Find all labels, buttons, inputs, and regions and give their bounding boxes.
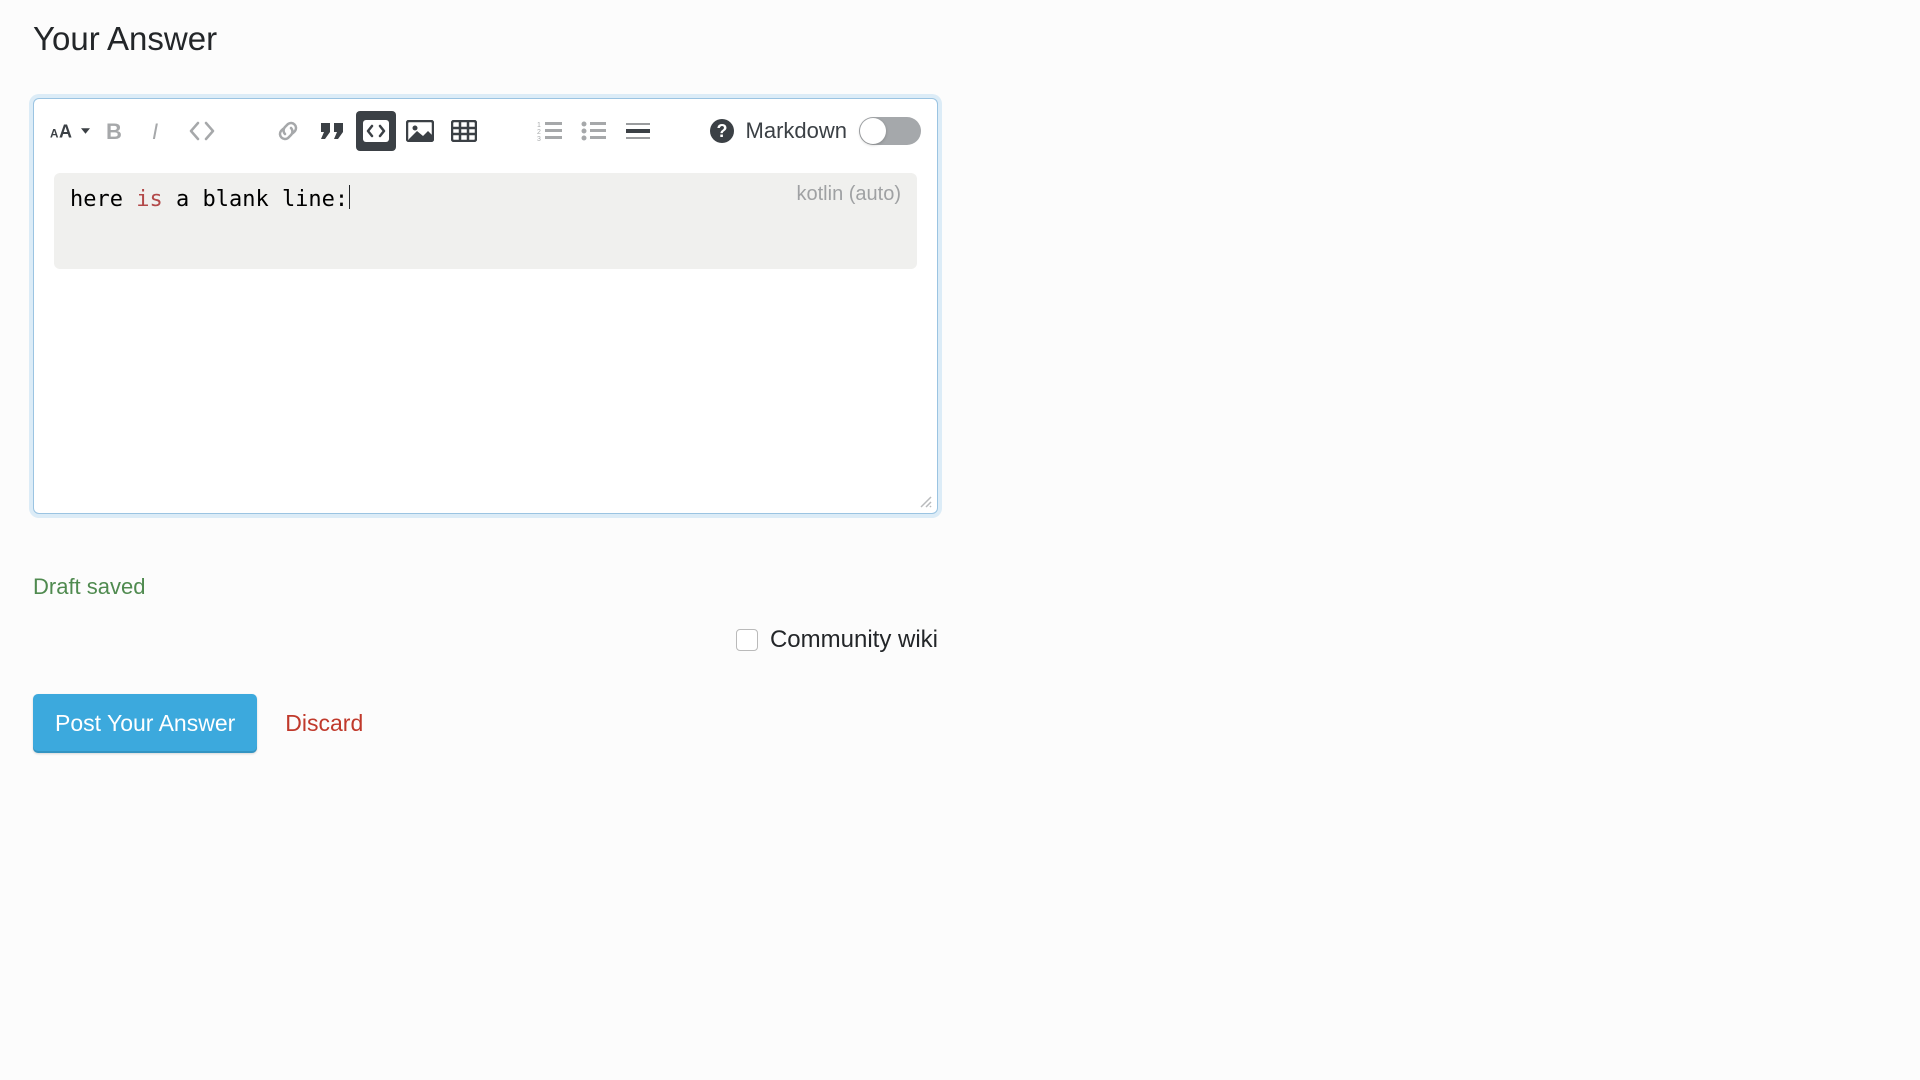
resize-grip-icon[interactable] [919, 495, 933, 509]
text-size-button[interactable]: A A [50, 111, 90, 151]
editor-body[interactable] [34, 283, 937, 513]
markdown-toggle[interactable] [859, 117, 921, 145]
svg-text:A: A [50, 127, 59, 140]
discard-link[interactable]: Discard [285, 710, 363, 737]
toggle-knob [860, 118, 886, 144]
quote-icon [319, 121, 345, 141]
post-answer-button[interactable]: Post Your Answer [33, 694, 257, 753]
code-language-badge: kotlin (auto) [797, 183, 902, 206]
markdown-label: Markdown [746, 118, 847, 144]
text-caret [349, 185, 350, 209]
ordered-list-button[interactable]: 1 2 3 [530, 111, 570, 151]
table-icon [451, 120, 477, 142]
bold-button[interactable]: B [94, 111, 134, 151]
hr-icon [625, 120, 651, 142]
community-wiki-checkbox[interactable] [736, 629, 758, 651]
community-wiki-label: Community wiki [770, 626, 938, 654]
help-icon: ? [709, 118, 735, 144]
code-icon [189, 121, 215, 141]
table-button[interactable] [444, 111, 484, 151]
image-button[interactable] [400, 111, 440, 151]
draft-saved-status: Draft saved [33, 574, 938, 600]
horizontal-rule-button[interactable] [618, 111, 658, 151]
link-icon [275, 118, 301, 144]
ordered-list-icon: 1 2 3 [537, 120, 563, 142]
svg-text:1: 1 [537, 122, 541, 129]
code-text[interactable]: here is a blank line: [70, 185, 901, 212]
italic-button[interactable]: I [138, 111, 178, 151]
svg-text:A: A [59, 121, 72, 141]
link-button[interactable] [268, 111, 308, 151]
svg-text:3: 3 [537, 136, 541, 142]
inline-code-button[interactable] [182, 111, 222, 151]
page-title: Your Answer [33, 20, 1887, 58]
answer-editor: A A B I [33, 98, 938, 514]
unordered-list-button[interactable] [574, 111, 614, 151]
unordered-list-icon [581, 120, 607, 142]
code-block-area[interactable]: kotlin (auto) here is a blank line: [54, 173, 917, 269]
code-block-icon [362, 119, 390, 143]
bold-icon: B [104, 120, 124, 142]
editor-toolbar: A A B I [34, 99, 937, 163]
blockquote-button[interactable] [312, 111, 352, 151]
image-icon [406, 120, 434, 142]
help-button[interactable]: ? [704, 111, 740, 151]
chevron-down-icon [81, 128, 90, 134]
italic-icon: I [148, 120, 168, 142]
code-block-button[interactable] [356, 111, 396, 151]
svg-text:?: ? [716, 121, 727, 141]
svg-text:2: 2 [537, 129, 541, 136]
svg-text:B: B [106, 120, 122, 142]
svg-text:I: I [152, 120, 158, 142]
